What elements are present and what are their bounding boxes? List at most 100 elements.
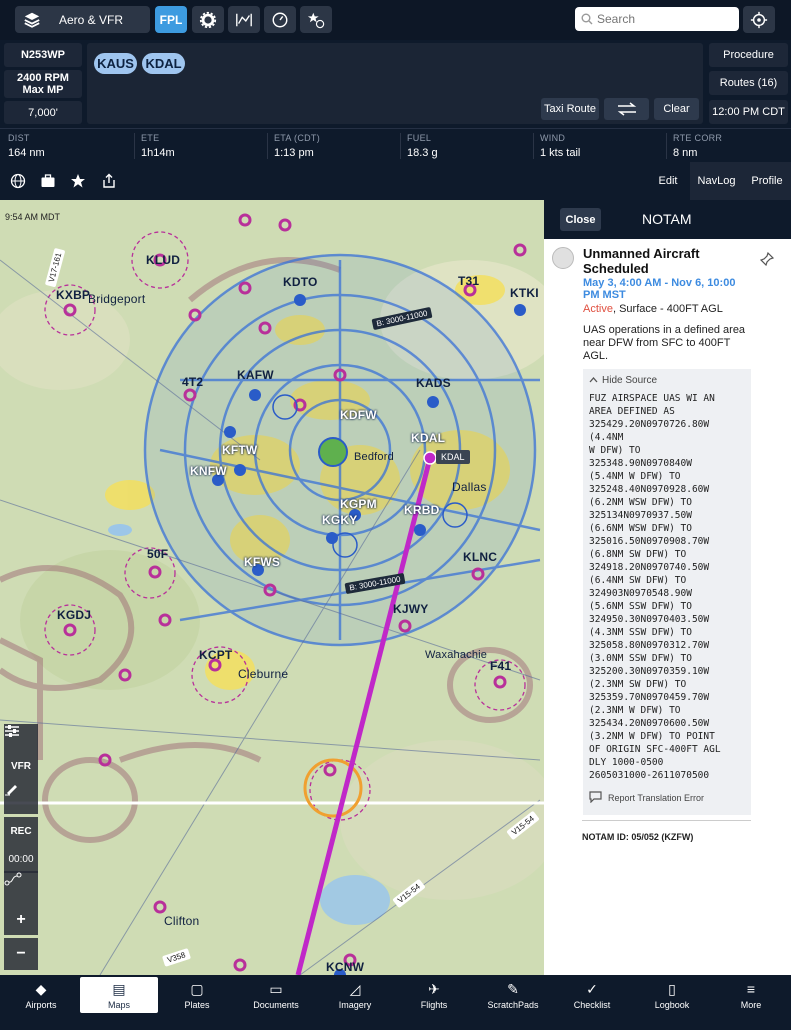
procedure-label: Procedure [723,49,774,61]
tab-label: Plates [184,999,210,1010]
flights-icon: ✈ [428,980,440,997]
taxi-route-label: Taxi Route [544,103,596,115]
draw-button[interactable] [4,780,38,814]
vfr-layer-button[interactable]: VFR [4,752,38,780]
stat-label: DIST [8,133,30,143]
tab-edit[interactable]: Edit [646,162,690,200]
rec-timer-value: 00:00 [8,853,34,865]
airport-label-knfw: KNFW [190,464,227,478]
airport-label-kdfw: KDFW [340,408,377,422]
route-tool-button[interactable] [4,871,38,905]
briefcase-icon[interactable] [38,171,58,191]
airport-label-50f: 50F [147,547,169,561]
tab-profile[interactable]: Profile [743,162,791,200]
hide-source-button[interactable]: Hide Source [589,375,657,386]
procedure-button[interactable]: Procedure [709,43,788,67]
stat-label: RTE CORR [673,133,723,143]
city-label-dallas: Dallas [452,480,487,494]
tab-navlog-label: NavLog [697,175,736,187]
stat-dist: DIST 164 nm [8,133,138,159]
locate-button[interactable] [743,6,775,33]
tab-label: ScratchPads [487,999,539,1010]
notam-header: Close NOTAM [544,200,791,239]
tab-flights[interactable]: ✈ Flights [395,977,473,1013]
close-button[interactable]: Close [560,208,601,231]
record-button[interactable]: REC [4,817,38,845]
route-chip-kaus[interactable]: KAUS [94,53,137,74]
tab-label: More [740,999,762,1010]
route-chip-kdal[interactable]: KDAL [142,53,185,74]
zoom-out-button[interactable]: − [4,938,38,970]
profile-view-button[interactable] [228,6,260,33]
airport-label-kgdj: KGDJ [57,608,92,622]
airport-label-ktki: KTKI [510,286,539,300]
tab-airports[interactable]: ◆ Airports [2,977,80,1013]
globe-icon[interactable] [8,171,28,191]
tab-documents[interactable]: ▭ Documents [237,977,315,1013]
hide-source-label: Hide Source [602,375,658,386]
divider [582,820,751,821]
stat-value: 1 kts tail [540,147,581,159]
secondary-toolbar: Edit NavLog Profile [0,162,791,200]
fpl-button[interactable]: FPL [155,6,187,33]
airport-label-kdal: KDAL [411,431,446,445]
airport-label-kgky: KGKY [322,513,358,527]
pencil-icon [5,785,17,796]
favorites-timer-button[interactable] [300,6,332,33]
stat-value: 1:13 pm [274,147,314,159]
notam-heading: Unmanned Aircraft Scheduled [583,246,700,276]
route-editor[interactable]: KAUS KDAL Taxi Route Clear [87,43,703,124]
close-label: Close [565,213,596,226]
airport-label-kfws: KFWS [244,555,281,569]
star-icon[interactable] [68,171,88,191]
map-settings-button[interactable] [4,724,38,752]
search-box[interactable] [575,7,739,31]
stat-label: FUEL [407,133,432,143]
routes-button[interactable]: Routes (16) [709,71,788,95]
taxi-route-button[interactable]: Taxi Route [541,98,599,120]
stat-value: 164 nm [8,147,45,159]
aircraft-tail-button[interactable]: N253WP [4,43,82,67]
plus-icon: + [16,911,26,928]
city-label-clifton: Clifton [164,914,200,928]
speech-bubble-icon [589,791,602,804]
share-icon[interactable] [99,171,119,191]
layers-icon [24,12,40,28]
layers-button[interactable]: Aero & VFR [15,6,150,33]
pin-icon[interactable] [759,251,775,269]
report-translation-button[interactable]: Report Translation Error [589,791,704,804]
altitude-button[interactable]: 7,000' [4,101,82,124]
instruments-button[interactable] [264,6,296,33]
stat-value: 8 nm [673,147,698,159]
reverse-route-button[interactable] [604,98,649,120]
routes-label: Routes (16) [719,77,778,89]
swap-arrows-icon [617,102,636,116]
notam-read-toggle[interactable] [552,247,574,269]
departure-time-button[interactable]: 12:00 PM CDT [709,100,788,124]
tab-logbook[interactable]: ▯ Logbook [633,977,711,1013]
clear-route-button[interactable]: Clear [654,98,699,120]
airport-label-kxbp: KXBP [56,288,91,302]
zoom-in-button[interactable]: + [4,905,38,935]
route-chip-label: KDAL [145,56,182,71]
tab-plates[interactable]: ▢ Plates [158,977,236,1013]
airport-label-kcnw: KCNW [326,960,365,974]
notam-status-altitude: , Surface - 400FT AGL [612,303,723,315]
destination-tag[interactable]: KDAL [436,450,470,464]
city-label-bridgeport: Bridgeport [88,292,146,306]
sectional-map[interactable]: 9:54 AM MDT KDTO KAFW KDFW KDAL KADS KFT… [0,200,544,975]
airport-label-kafw: KAFW [237,368,274,382]
route-chip-label: KAUS [97,56,134,71]
star-clock-icon [307,12,325,28]
rec-label: REC [10,825,32,837]
tab-checklist[interactable]: ✓ Checklist [553,977,631,1013]
notam-source-text: FUZ AIRSPACE UAS WI AN AREA DEFINED AS 3… [589,393,721,781]
tab-imagery[interactable]: ◿ Imagery [316,977,394,1013]
settings-button[interactable] [192,6,224,33]
search-input[interactable] [597,12,727,26]
tab-more[interactable]: ≡ More [712,977,790,1013]
tab-scratchpads[interactable]: ✎ ScratchPads [474,977,552,1013]
tab-maps[interactable]: ▤ Maps [80,977,158,1013]
power-setting-button[interactable]: 2400 RPM Max MP [4,70,82,98]
tab-navlog[interactable]: NavLog [690,162,743,200]
